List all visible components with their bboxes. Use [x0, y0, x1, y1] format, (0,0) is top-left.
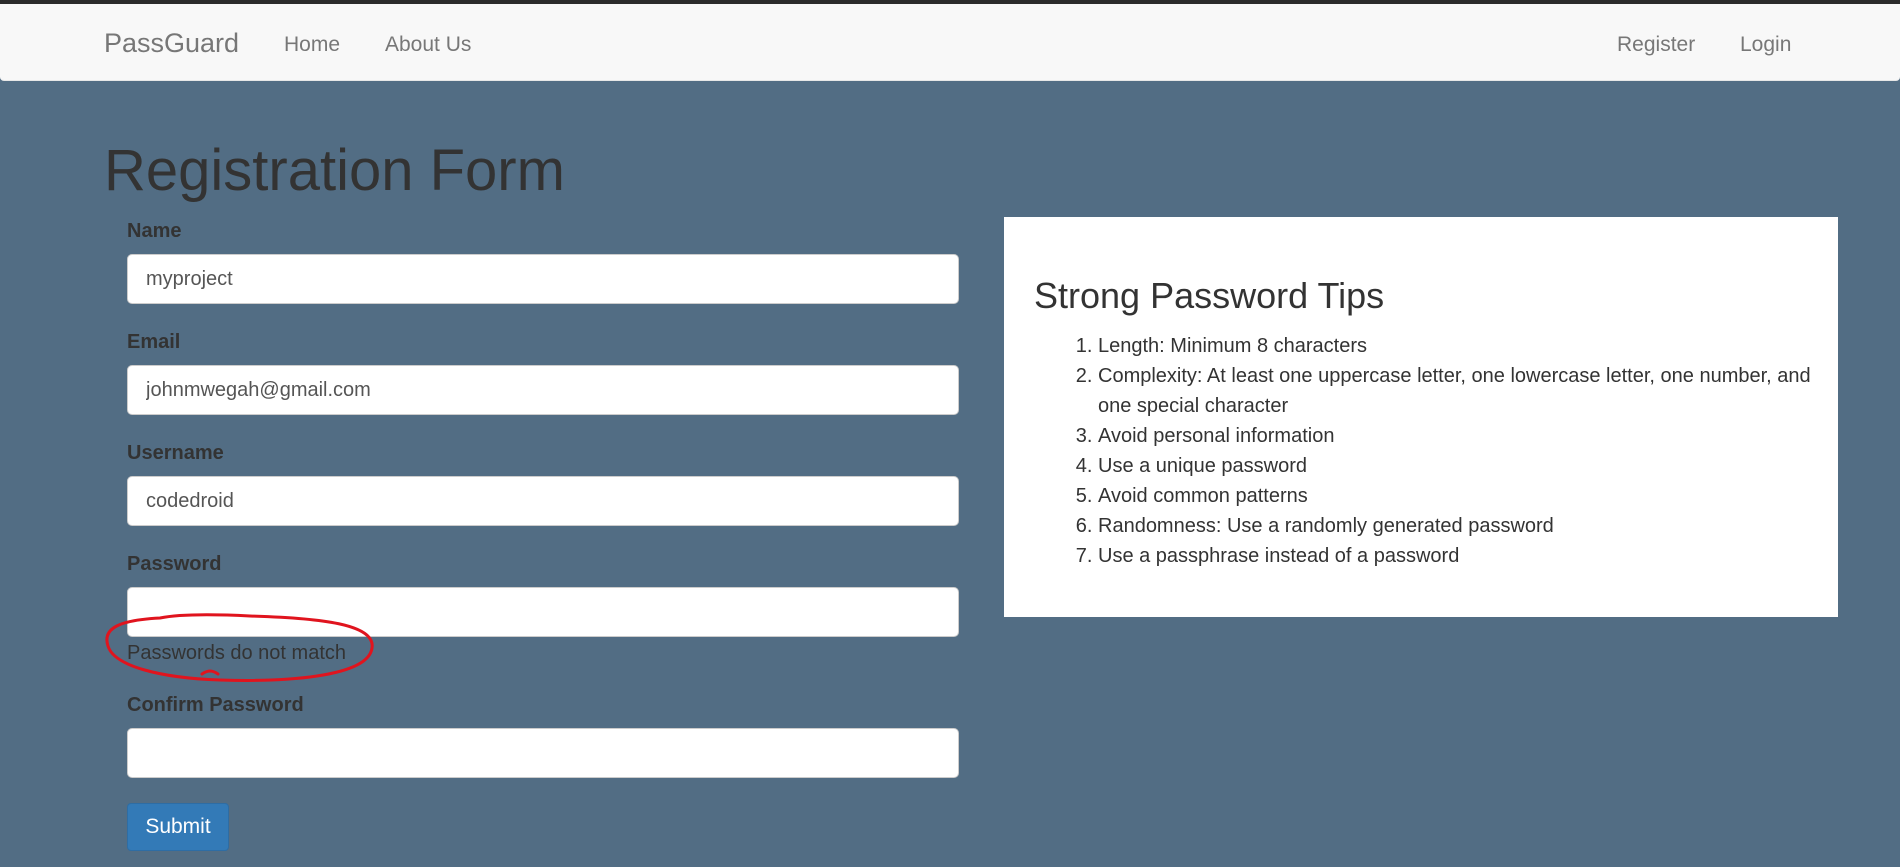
tip-item: Length: Minimum 8 characters [1098, 331, 1814, 361]
tip-item: Randomness: Use a randomly generated pas… [1098, 511, 1814, 541]
confirm-password-label: Confirm Password [127, 694, 304, 716]
email-label: Email [127, 331, 181, 353]
username-input[interactable] [127, 476, 959, 526]
brand-link[interactable]: PassGuard [104, 28, 239, 59]
tip-item: Avoid common patterns [1098, 481, 1814, 511]
tip-item: Use a unique password [1098, 451, 1814, 481]
email-input[interactable] [127, 365, 959, 415]
tips-title: Strong Password Tips [1034, 275, 1385, 316]
navbar: PassGuard Home About Us Register Login [0, 4, 1900, 81]
password-label: Password [127, 553, 222, 575]
red-circle-annotation [105, 613, 374, 682]
password-tips-panel: Strong Password Tips Length: Minimum 8 c… [1004, 217, 1838, 617]
nav-link-register[interactable]: Register [1617, 33, 1695, 57]
nav-link-about-us[interactable]: About Us [385, 33, 471, 57]
confirm-password-input[interactable] [127, 728, 959, 778]
tip-item: Avoid personal information [1098, 421, 1814, 451]
username-label: Username [127, 442, 224, 464]
tip-item: Use a passphrase instead of a password [1098, 541, 1814, 571]
page-title: Registration Form [104, 138, 565, 203]
nav-link-login[interactable]: Login [1740, 33, 1791, 57]
tip-item: Complexity: At least one uppercase lette… [1098, 361, 1814, 421]
submit-button[interactable]: Submit [127, 803, 229, 851]
name-input[interactable] [127, 254, 959, 304]
tips-list: Length: Minimum 8 characters Complexity:… [1034, 331, 1814, 571]
nav-link-home[interactable]: Home [284, 33, 340, 57]
name-label: Name [127, 220, 182, 242]
